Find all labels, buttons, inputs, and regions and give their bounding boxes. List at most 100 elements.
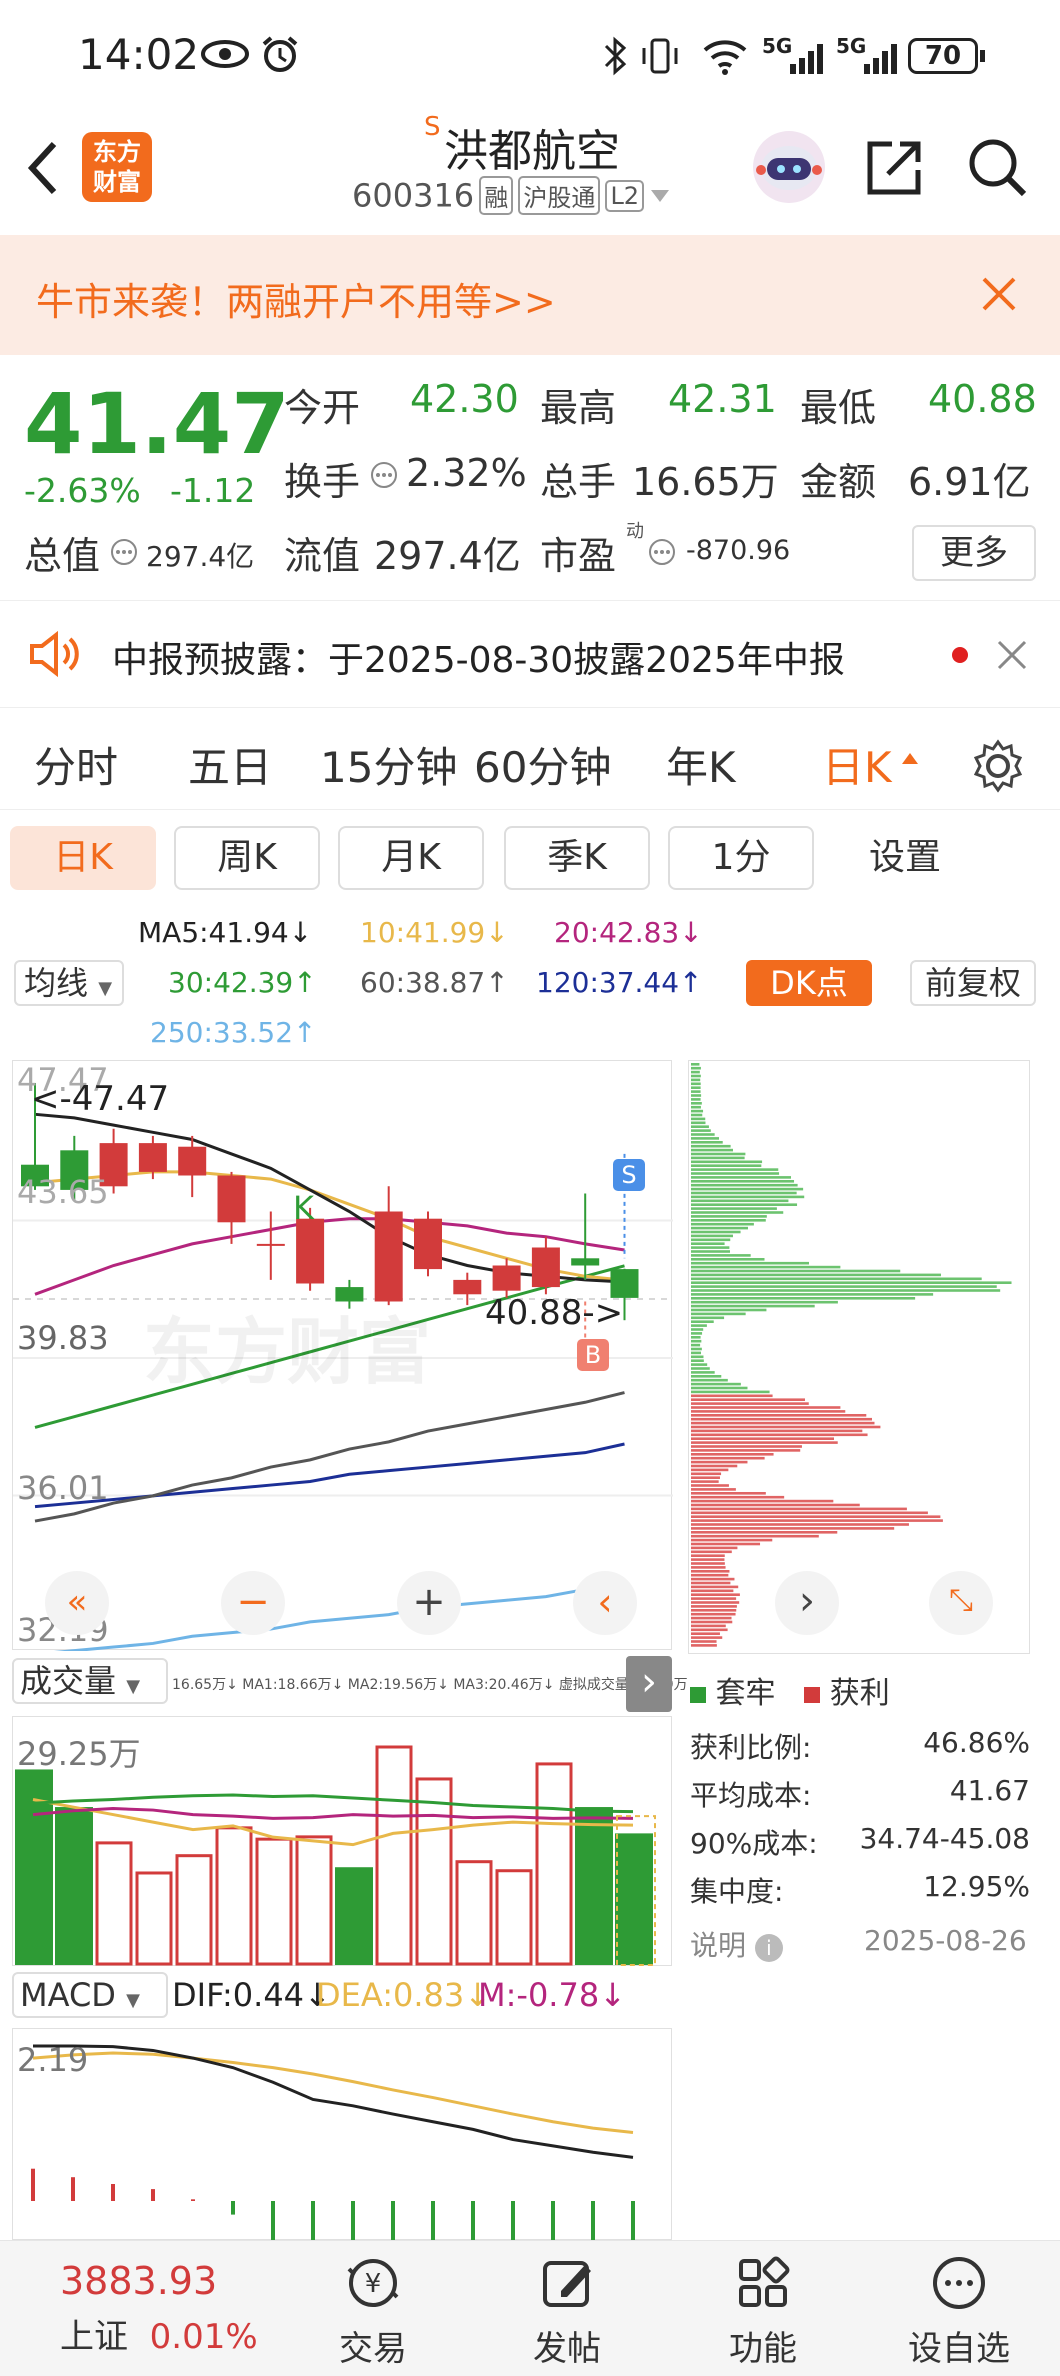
promo-banner[interactable]: 牛市来袭！两融开户不用等>> <box>0 235 1060 355</box>
subtab-daily[interactable]: 日K <box>10 826 156 890</box>
chip-bar-trapped <box>691 1359 704 1362</box>
chip-bar-trapped <box>691 1222 754 1226</box>
expand-panel-button[interactable]: › <box>626 1656 672 1712</box>
chip-bar-trapped <box>691 1144 731 1148</box>
chip-bar-profit <box>691 1589 734 1593</box>
eastmoney-logo[interactable]: 东方 财富 <box>82 132 152 202</box>
info-dots-icon[interactable] <box>110 538 138 566</box>
volume-bar-up <box>95 1841 133 1966</box>
share-icon[interactable] <box>862 136 926 200</box>
post-button[interactable]: 发帖 <box>502 2253 632 2370</box>
index-ticker[interactable]: 3883.93 上证 0.01% <box>60 2259 270 2358</box>
chip-bar-profit <box>691 1612 736 1616</box>
chip-bar-profit <box>691 1527 895 1530</box>
scroll-left-button[interactable]: « <box>45 1571 109 1635</box>
volume-bar-up <box>375 1745 413 1966</box>
tab-15min[interactable]: 15分钟 <box>320 734 457 795</box>
chip-bar-profit <box>691 1511 928 1515</box>
subtab-settings[interactable]: 设置 <box>832 826 978 890</box>
chip-bar-profit <box>691 1460 748 1464</box>
period-tabs: 分时 五日 15分钟 60分钟 年K 日K <box>0 710 1060 810</box>
stock-code-row[interactable]: 600316 融 沪股通 L2 <box>352 176 671 216</box>
chip-bar-trapped <box>691 1219 766 1222</box>
low-value: 40.88 <box>928 377 1037 421</box>
chip-bar-profit <box>691 1410 846 1413</box>
candle-up <box>492 1265 521 1291</box>
chip-bar-trapped <box>691 1082 701 1086</box>
watermark: 东方财富 <box>143 1310 432 1394</box>
close-icon[interactable] <box>980 275 1018 313</box>
tab-five-day[interactable]: 五日 <box>188 734 272 795</box>
indicator-selector[interactable]: 均线 ▼ <box>14 960 124 1006</box>
macd-dea: DEA:0.83↓ <box>316 1976 492 2014</box>
zoom-out-button[interactable]: − <box>221 1571 285 1635</box>
chip-bar-trapped <box>691 1199 789 1203</box>
buy-marker[interactable]: B <box>577 1339 609 1371</box>
chip-bar-profit <box>691 1507 907 1511</box>
earnings-notice[interactable]: 中报预披露：于2025-08-30披露2025年中报 <box>0 600 1060 708</box>
tab-daily-k[interactable]: 日K <box>822 734 892 795</box>
chip-bar-profit <box>691 1624 726 1628</box>
chip-next-button[interactable]: › <box>775 1571 839 1635</box>
open-value: 42.30 <box>410 377 519 421</box>
index-value: 3883.93 <box>60 2259 218 2303</box>
adjust-selector[interactable]: 前复权 <box>910 960 1036 1006</box>
search-icon[interactable] <box>966 136 1030 200</box>
chip-bar-trapped <box>691 1141 723 1144</box>
chip-bar-trapped <box>691 1336 701 1339</box>
trade-button[interactable]: ¥ 交易 <box>308 2253 438 2370</box>
subtab-quarterly[interactable]: 季K <box>504 826 650 890</box>
tab-yearly-k[interactable]: 年K <box>666 734 736 795</box>
subtab-monthly[interactable]: 月K <box>338 826 484 890</box>
back-icon[interactable] <box>22 138 62 198</box>
subtab-1min[interactable]: 1分 <box>668 826 814 890</box>
chip-bar-profit <box>691 1468 729 1472</box>
mktcap-value: 297.4亿 <box>146 540 255 573</box>
chip-stat-row: 集中度: 12.95% <box>690 1870 1030 1908</box>
chip-bar-trapped <box>691 1086 701 1089</box>
chip-bar-profit <box>691 1406 841 1409</box>
macd-selector[interactable]: MACD ▼ <box>12 1972 168 2018</box>
tab-intraday[interactable]: 分时 <box>34 734 118 795</box>
chip-histogram <box>691 1063 1012 1647</box>
chip-bar-profit <box>691 1402 809 1405</box>
ma30-value: 30:42.39↑ <box>168 966 317 999</box>
info-dots-icon[interactable] <box>370 461 398 489</box>
macd-chart[interactable]: 2.19 <box>12 2028 672 2269</box>
sell-marker[interactable]: S <box>613 1159 645 1191</box>
chip-help-link[interactable]: 说明 i <box>690 1924 783 1964</box>
dk-point-button[interactable]: DK点 <box>746 960 872 1006</box>
chip-distribution[interactable]: › ⤡ <box>688 1060 1030 1654</box>
chip-bar-trapped <box>691 1254 751 1257</box>
post-icon <box>543 2261 591 2307</box>
robot-assistant-icon[interactable] <box>750 128 828 206</box>
gear-icon[interactable] <box>970 738 1026 794</box>
kline-chart[interactable]: 47.47 43.65 39.83 36.01 32.19 <-47.47 40… <box>12 1060 673 1656</box>
volume-bar-up <box>455 1860 493 1966</box>
zoom-in-button[interactable]: + <box>397 1571 461 1635</box>
info-dots-icon[interactable] <box>648 538 676 566</box>
eye-icon <box>201 40 249 68</box>
low-label: 最低 <box>800 386 877 430</box>
function-button[interactable]: 功能 <box>698 2253 828 2370</box>
volume-bar-up <box>415 1777 453 1966</box>
step-back-button[interactable]: ‹ <box>573 1571 637 1635</box>
volume-selector[interactable]: 成交量 ▼ <box>12 1658 168 1704</box>
subtab-weekly[interactable]: 周K <box>174 826 320 890</box>
volume-chart[interactable]: 29.25万 <box>12 1716 672 1967</box>
more-button[interactable]: 更多 <box>912 525 1036 581</box>
watchlist-button[interactable]: 设自选 <box>894 2253 1024 2370</box>
tab-60min[interactable]: 60分钟 <box>474 734 611 795</box>
chip-bar-profit <box>691 1581 731 1585</box>
chip-bar-trapped <box>691 1390 770 1394</box>
chip-bar-profit <box>691 1577 735 1581</box>
chip-bar-trapped <box>691 1094 702 1097</box>
chip-bar-trapped <box>691 1207 777 1210</box>
close-icon[interactable] <box>996 639 1028 671</box>
chip-bar-profit <box>691 1605 737 1608</box>
chip-date: 2025-08-26 <box>864 1924 1027 1957</box>
expand-icon[interactable]: ⤡ <box>929 1571 993 1635</box>
chip-bar-trapped <box>691 1113 703 1117</box>
chip-bar-profit <box>691 1534 819 1538</box>
chip-bar-trapped <box>691 1211 784 1214</box>
